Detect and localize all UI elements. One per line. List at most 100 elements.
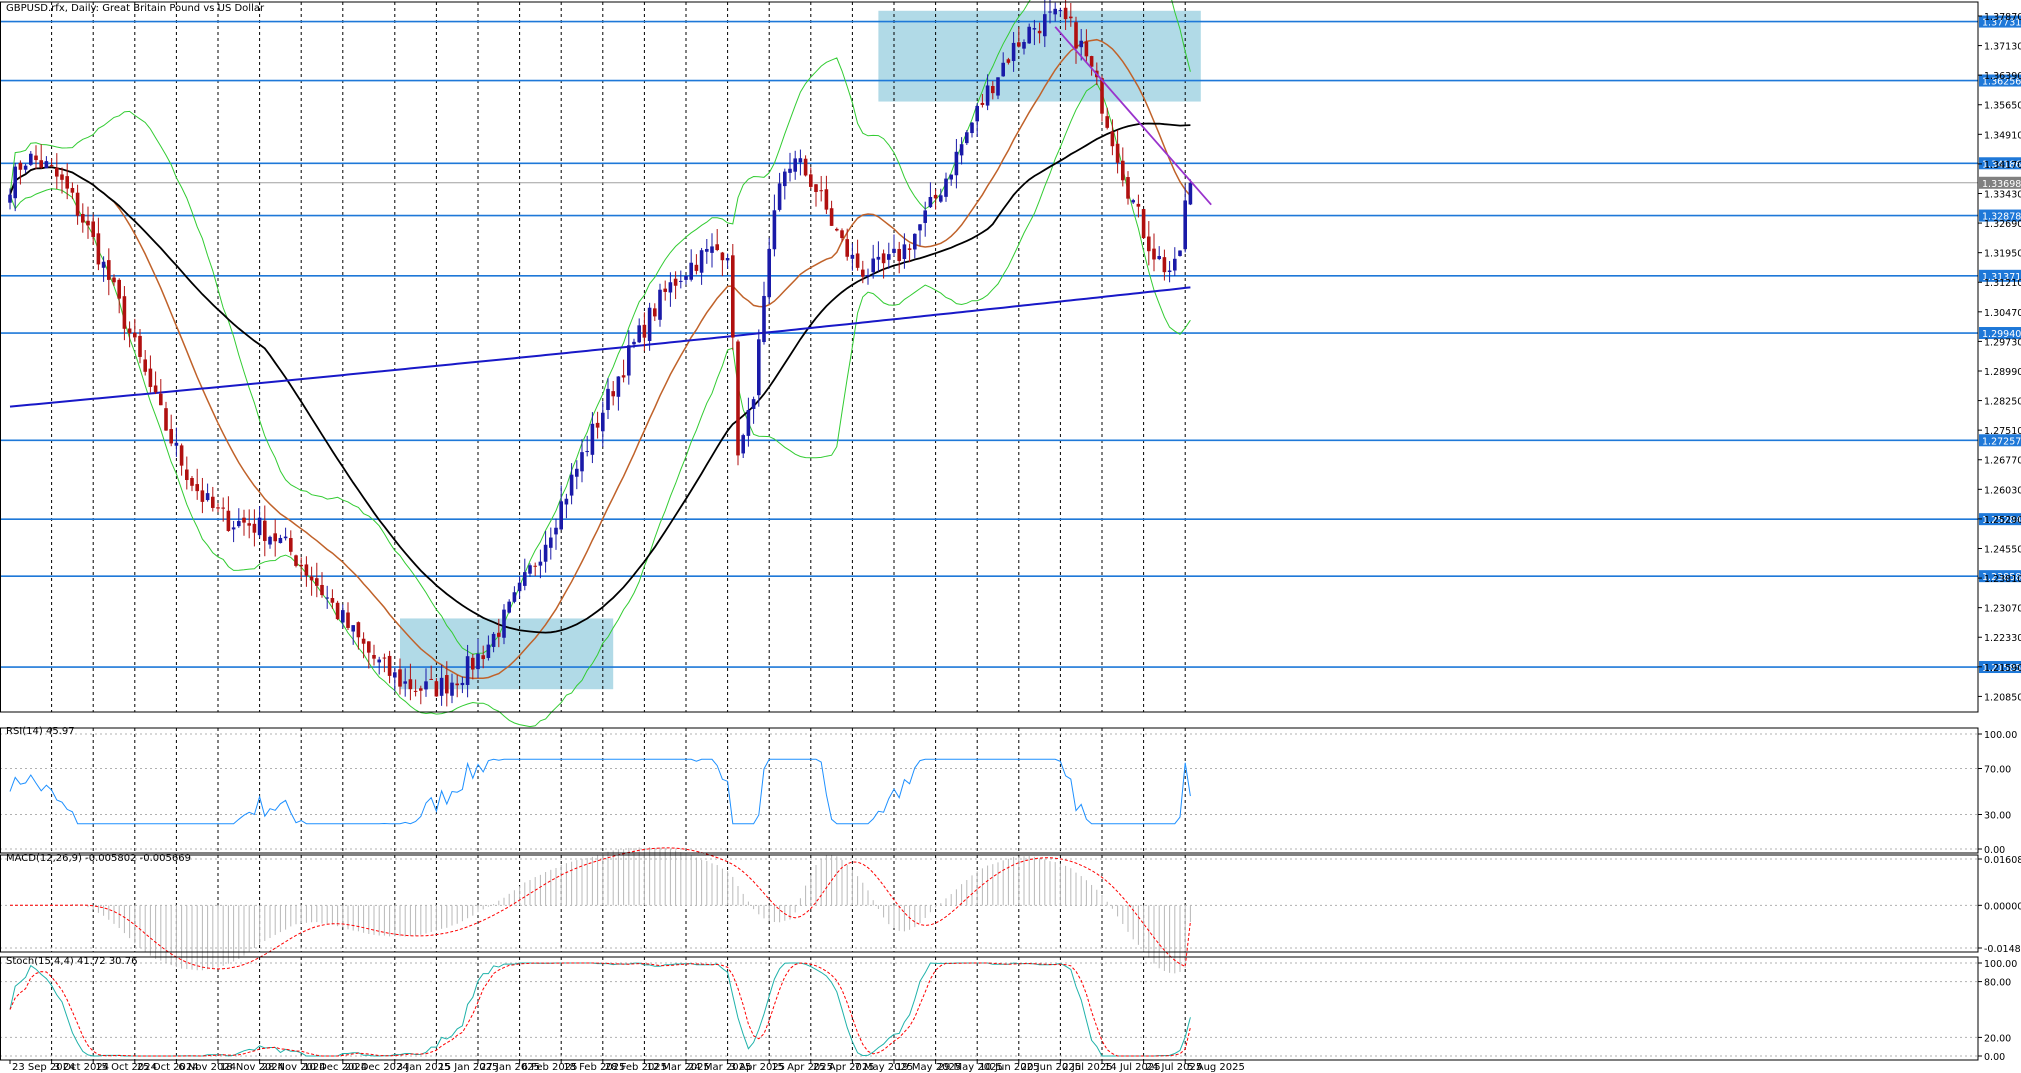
candle-body: [939, 195, 943, 202]
candle-body: [554, 527, 558, 535]
candle-body: [195, 484, 199, 492]
candle-body: [1152, 248, 1156, 260]
candle-body: [304, 564, 309, 576]
candle-body: [991, 85, 995, 94]
candle-body: [809, 174, 813, 187]
price-tick-label: 1.30470: [1984, 308, 2021, 319]
candle-body: [148, 368, 153, 387]
candle-body: [725, 258, 730, 261]
candle-body: [616, 376, 621, 397]
candle-body: [341, 610, 345, 623]
price-tick-label: 1.25290: [1984, 515, 2021, 526]
candle-body: [377, 659, 381, 663]
candle-body: [985, 85, 990, 106]
candle-body: [200, 490, 205, 502]
candle-body: [575, 468, 579, 477]
candle-body: [127, 328, 132, 334]
candle-body: [23, 165, 28, 170]
candle-body: [299, 564, 303, 567]
candle-body: [543, 544, 548, 562]
candle-body: [1063, 7, 1068, 20]
candle-body: [642, 324, 647, 338]
candle-body: [133, 332, 137, 338]
candle-body: [367, 641, 371, 653]
candle-body: [372, 655, 376, 659]
candle-body: [491, 633, 496, 647]
candle-body: [663, 288, 667, 292]
candle-body: [1032, 28, 1037, 30]
candle-body: [601, 412, 605, 432]
price-tick-label: 1.36390: [1984, 71, 2021, 82]
candle-body: [918, 224, 922, 231]
candle-body: [595, 422, 600, 428]
candle-body: [346, 612, 350, 628]
price-tick-label: 1.37130: [1984, 42, 2021, 53]
pane-tick-label: 100.00: [1984, 730, 2017, 741]
candle-body: [523, 572, 527, 586]
candle-body: [1053, 8, 1057, 15]
candle-body: [720, 252, 725, 261]
current-price-label: 1.33698: [1982, 179, 2021, 190]
price-tick-label: 1.28250: [1984, 397, 2021, 408]
pane-tick-label: 0.016085: [1984, 855, 2021, 866]
pane-tick-label: -0.014818: [1984, 944, 2021, 955]
candle-body: [580, 452, 584, 472]
candle-body: [107, 260, 111, 280]
candle-body: [710, 246, 714, 253]
candle-body: [699, 250, 704, 273]
candle-body: [1037, 30, 1042, 34]
candle-body: [138, 335, 142, 357]
candle-body: [627, 345, 631, 376]
candle-body: [424, 681, 428, 690]
candle-body: [658, 289, 662, 320]
candle-body: [793, 158, 797, 172]
candle-body: [881, 253, 886, 264]
candle-body: [18, 162, 23, 170]
candle-body: [965, 132, 969, 144]
candle-body: [1126, 177, 1130, 199]
candle-body: [783, 171, 787, 187]
candle-body: [465, 656, 470, 685]
candle-body: [242, 517, 246, 523]
candle-body: [289, 538, 293, 552]
price-tick-label: 1.31950: [1984, 249, 2021, 260]
candle-body: [247, 523, 251, 526]
candle-body: [897, 248, 901, 261]
candle-body: [393, 672, 397, 678]
candle-body: [705, 248, 709, 252]
chart-canvas[interactable]: 1.377311.362561.341861.328781.313711.299…: [0, 0, 2021, 1073]
candle-body: [205, 493, 210, 501]
candle-body: [1141, 209, 1146, 239]
candle-body: [632, 341, 636, 345]
candle-body: [382, 657, 387, 659]
price-tick-label: 1.21590: [1984, 663, 2021, 674]
pane-tick-label: 20.00: [1984, 1033, 2011, 1044]
candle-body: [185, 469, 189, 481]
price-tick-label: 1.22330: [1984, 633, 2021, 644]
price-tick-label: 1.29730: [1984, 337, 2021, 348]
candle-body: [263, 520, 267, 541]
pane-tick-label: 0.00: [1984, 1052, 2005, 1063]
candle-body: [559, 501, 563, 530]
candle-body: [169, 429, 173, 444]
candle-body: [954, 151, 959, 176]
candle-body: [335, 602, 340, 620]
candle-body: [226, 510, 231, 531]
candle-body: [190, 477, 194, 486]
pane-tick-label: 80.00: [1984, 978, 2011, 989]
candle-body: [923, 210, 927, 223]
candle-body: [278, 537, 283, 544]
candle-body: [1188, 182, 1193, 205]
candle-body: [741, 435, 745, 454]
candle-body: [959, 144, 964, 156]
candle-body: [216, 507, 220, 509]
candle-body: [819, 190, 823, 192]
candle-body: [1048, 11, 1052, 13]
candle-body: [892, 248, 896, 253]
candle-body: [455, 683, 459, 686]
candle-body: [164, 408, 168, 431]
candle-body: [471, 657, 475, 670]
candle-body: [497, 632, 501, 637]
candle-body: [1022, 42, 1026, 49]
candle-body: [694, 264, 699, 271]
